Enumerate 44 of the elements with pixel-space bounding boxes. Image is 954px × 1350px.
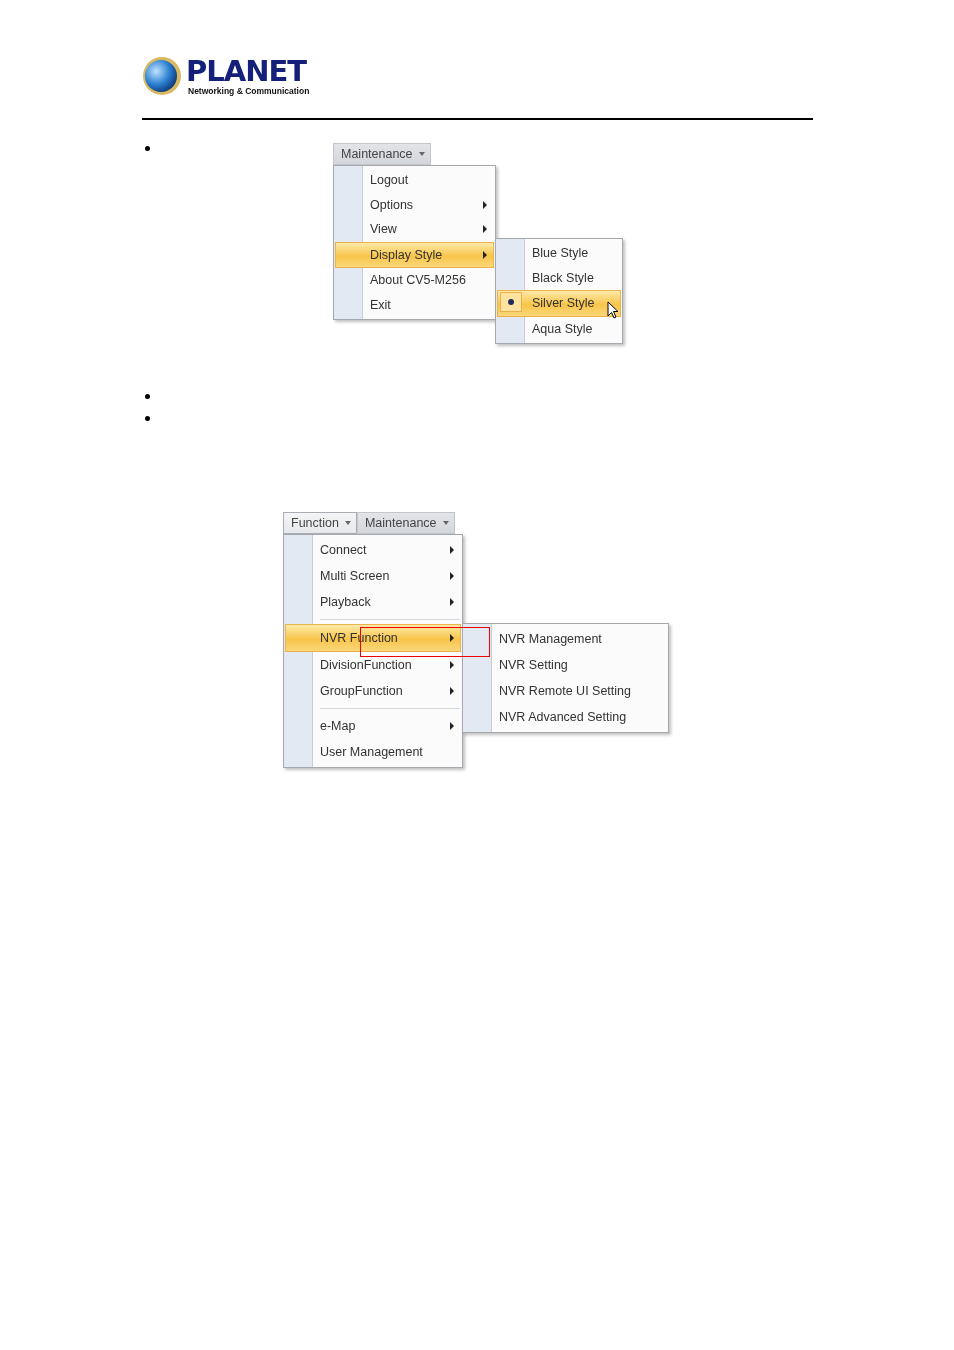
logo-tagline: Networking & Communication xyxy=(188,86,310,96)
caret-icon xyxy=(344,521,351,525)
bullet-dot xyxy=(145,415,150,421)
menu-item[interactable]: About CV5-M256 xyxy=(336,268,493,293)
menu-item[interactable]: Blue Style xyxy=(498,241,620,266)
submenu-arrow-icon xyxy=(450,598,454,606)
logo-wordmark: PLANET xyxy=(186,56,307,86)
globe-icon xyxy=(142,56,182,96)
bullet-dot xyxy=(145,145,150,151)
menu-item[interactable]: User Management xyxy=(286,739,460,765)
cursor-icon xyxy=(607,301,619,319)
menu-item[interactable]: DivisionFunction xyxy=(286,652,460,678)
menu-item[interactable]: Connect xyxy=(286,537,460,563)
menu-item[interactable]: Silver Style xyxy=(497,290,621,317)
submenu-arrow-icon xyxy=(450,634,454,642)
submenu-arrow-icon xyxy=(450,661,454,669)
menu-item[interactable]: Options xyxy=(336,192,493,217)
submenu-arrow-icon xyxy=(483,225,487,234)
menu-item[interactable]: Black Style xyxy=(498,265,620,290)
submenu-arrow-icon xyxy=(450,572,454,580)
submenu-arrow-icon xyxy=(450,722,454,730)
submenu-arrow-icon xyxy=(450,687,454,695)
menu-item[interactable]: e-Map xyxy=(286,713,460,739)
menu-item[interactable]: View xyxy=(336,217,493,242)
caret-icon xyxy=(442,521,449,525)
menu-item[interactable]: NVR Setting xyxy=(465,652,666,678)
menu-item[interactable]: Aqua Style xyxy=(498,316,620,341)
submenu-arrow-icon xyxy=(483,250,487,259)
menu-item[interactable]: NVR Remote UI Setting xyxy=(465,678,666,704)
menu-bar-item[interactable]: Function xyxy=(283,512,357,534)
menu-bar-item[interactable]: Maintenance xyxy=(333,143,431,165)
submenu-arrow-icon xyxy=(450,546,454,554)
menu-item[interactable]: NVR Advanced Setting xyxy=(465,704,666,730)
menu-item[interactable]: Multi Screen xyxy=(286,563,460,589)
menu-item[interactable]: NVR Management xyxy=(465,626,666,652)
menu-item[interactable]: Exit xyxy=(336,292,493,317)
bullet-dot xyxy=(145,393,150,399)
menu-item[interactable]: GroupFunction xyxy=(286,678,460,704)
submenu-arrow-icon xyxy=(483,200,487,209)
caret-icon xyxy=(418,152,425,156)
menu-bar-item[interactable]: Maintenance xyxy=(356,512,455,534)
menu-item[interactable]: Playback xyxy=(286,589,460,615)
menu-item[interactable]: Display Style xyxy=(335,241,494,268)
menu-item[interactable]: Logout xyxy=(336,168,493,193)
